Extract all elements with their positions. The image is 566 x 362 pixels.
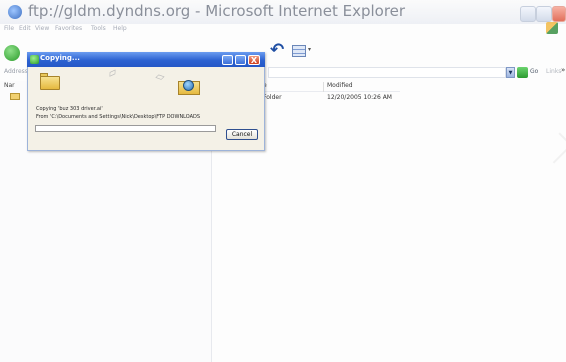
list-item-type[interactable]: Folder [263, 94, 282, 101]
globe-icon [183, 80, 194, 91]
dialog-close-button[interactable]: X [248, 55, 260, 65]
address-dropdown-icon[interactable]: ▼ [506, 67, 515, 78]
copy-icon [30, 55, 39, 64]
header-divider[interactable] [323, 82, 324, 92]
copying-file-text: Copying 'buz 303 driver.ai' [36, 106, 103, 112]
menu-favorites[interactable]: Favorites [55, 25, 82, 32]
links-more-chevron[interactable]: » [561, 66, 565, 74]
close-button[interactable] [552, 6, 566, 22]
windows-flag-icon [546, 22, 558, 34]
ie-logo-icon [8, 5, 22, 19]
window-title: ftp://gldm.dyndns.org - Microsoft Intern… [28, 2, 406, 20]
address-label: Address [4, 68, 28, 75]
dialog-maximize-button[interactable] [235, 55, 246, 65]
minimize-button[interactable] [520, 6, 536, 22]
progress-bar [35, 125, 216, 132]
chevron-down-icon[interactable]: ▾ [308, 46, 311, 53]
menu-file[interactable]: File [4, 25, 14, 32]
up-folder-icon[interactable]: ↶ [270, 42, 284, 59]
list-item-modified[interactable]: 12/20/2005 10:26 AM [327, 94, 392, 101]
from-path-text: From 'C:\Documents and Settings\Nick\Des… [36, 114, 201, 120]
menu-view[interactable]: View [35, 25, 49, 32]
menu-tools[interactable]: Tools [91, 25, 106, 32]
source-folder-icon [40, 76, 60, 90]
links-label[interactable]: Links [546, 68, 561, 75]
address-input[interactable] [268, 67, 506, 78]
views-icon[interactable] [292, 45, 306, 57]
menu-help[interactable]: Help [113, 25, 127, 32]
dialog-title: Copying... [40, 54, 80, 62]
go-arrow-icon[interactable] [517, 67, 528, 78]
menu-edit[interactable]: Edit [19, 25, 31, 32]
column-header-name[interactable]: Nar [4, 82, 15, 89]
back-icon[interactable] [4, 45, 20, 61]
folder-icon [10, 93, 20, 100]
cancel-button[interactable]: Cancel [226, 129, 258, 140]
column-header-modified[interactable]: Modified [327, 82, 353, 89]
go-button[interactable]: Go [530, 68, 538, 75]
menu-bar: File Edit View Favorites Tools Help [0, 24, 566, 37]
dialog-minimize-button[interactable] [222, 55, 233, 65]
maximize-button[interactable] [536, 6, 552, 22]
